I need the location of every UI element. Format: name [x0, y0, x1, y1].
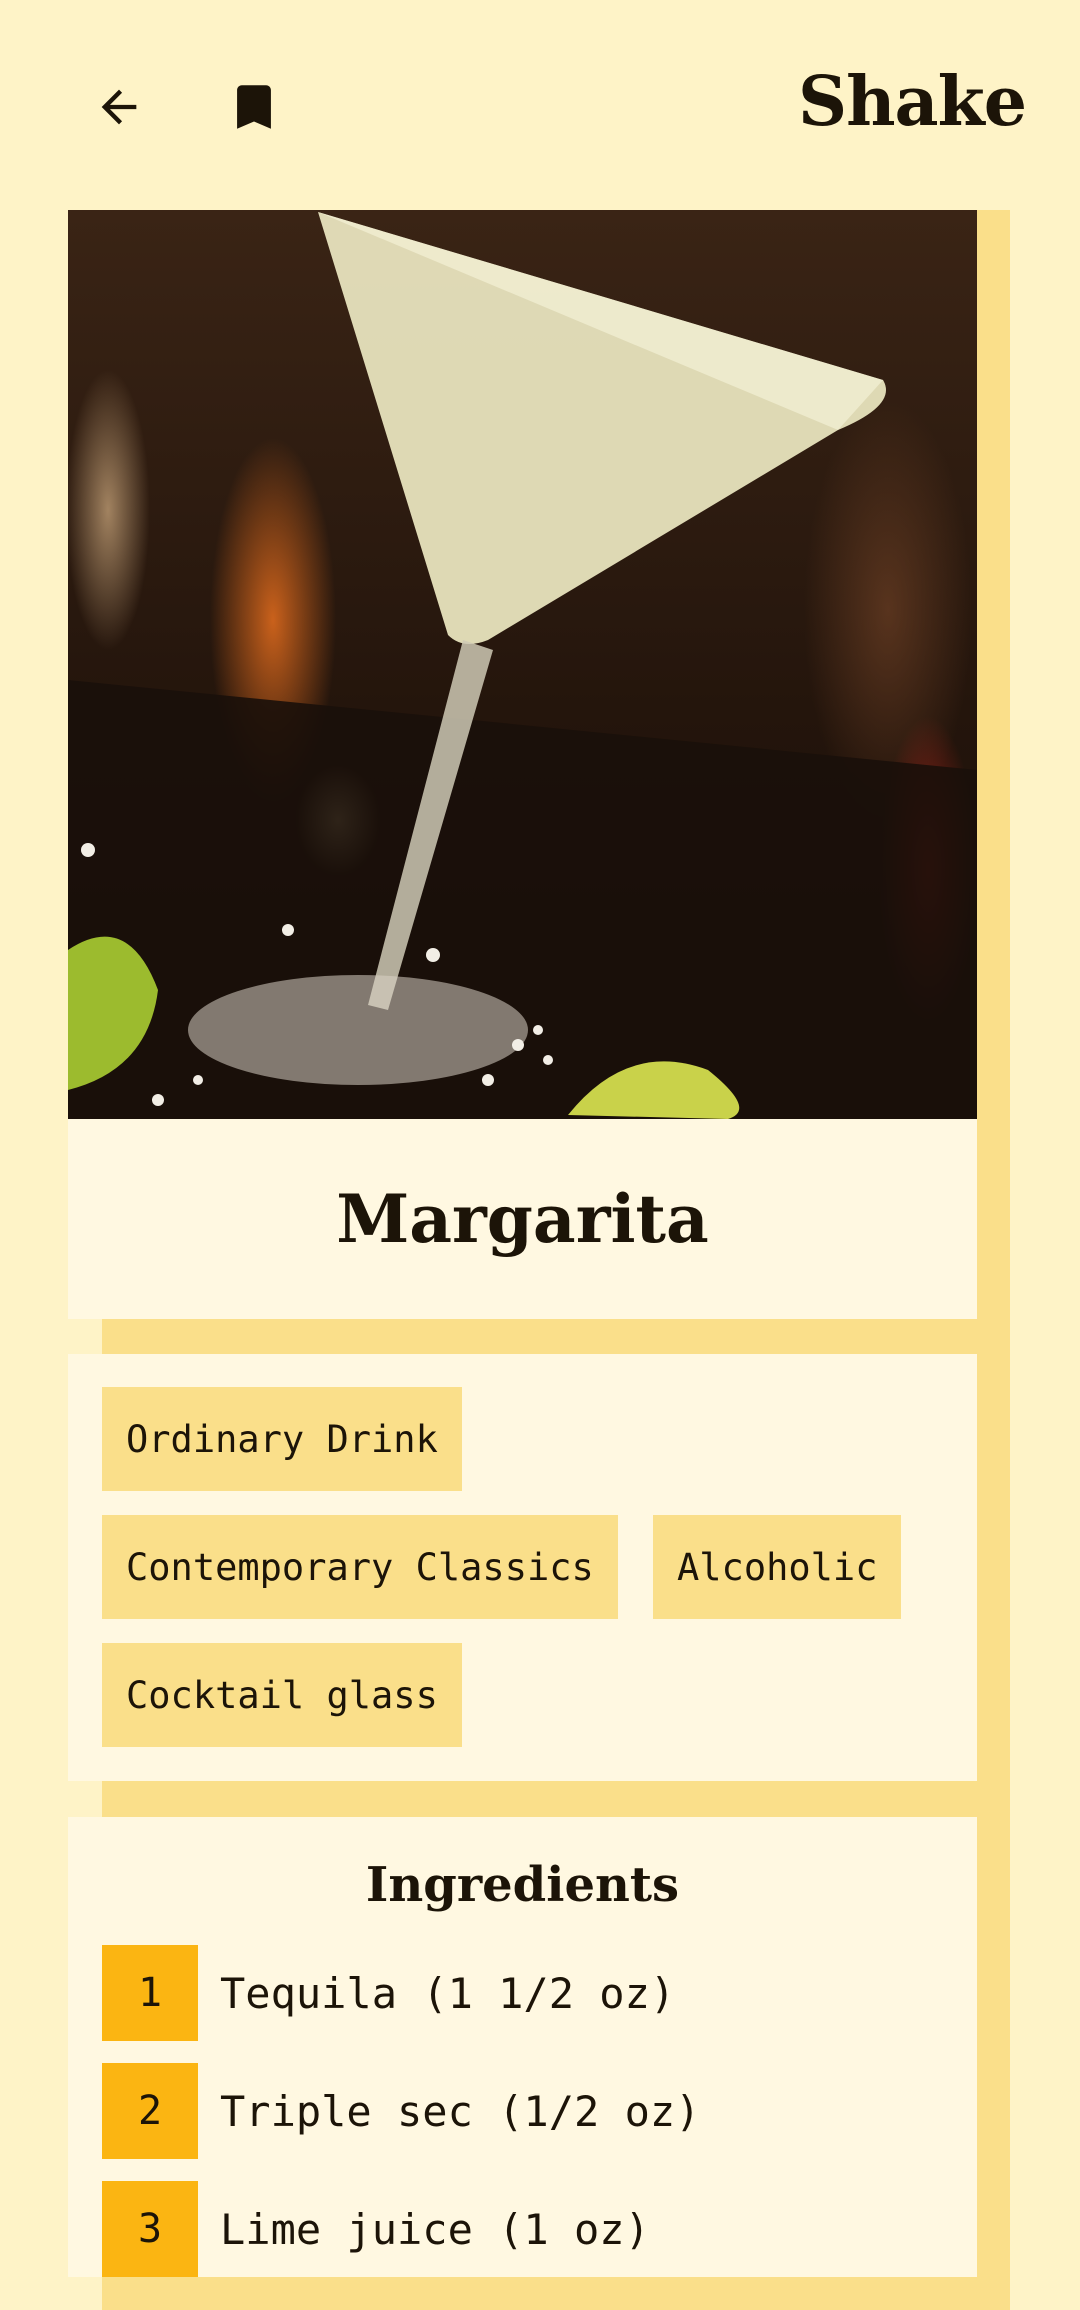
ingredient-text: Tequila (1 1/2 oz) — [220, 1968, 676, 2018]
tag-glass: Cocktail glass — [102, 1643, 462, 1747]
drink-name: Margarita — [336, 1180, 709, 1258]
ingredient-text: Lime juice (1 oz) — [220, 2204, 650, 2254]
tag-iba: Contemporary Classics — [102, 1515, 618, 1619]
arrow-left-icon — [101, 89, 137, 125]
ingredient-row: 2 Triple sec (1/2 oz) — [102, 2063, 700, 2159]
margarita-glass-illustration — [68, 212, 977, 1119]
cocktail-photo — [68, 210, 977, 1119]
app-title: Shake — [798, 62, 1027, 142]
tags-panel: Ordinary Drink Contemporary Classics Alc… — [68, 1354, 977, 1781]
tag-alcoholic: Alcoholic — [653, 1515, 902, 1619]
back-button[interactable] — [74, 62, 164, 152]
tag-category: Ordinary Drink — [102, 1387, 462, 1491]
ingredients-heading: Ingredients — [365, 1857, 680, 1913]
top-app-bar: Shake — [0, 0, 1080, 210]
drink-title-panel: Margarita — [68, 1119, 977, 1319]
ingredient-number: 1 — [102, 1945, 198, 2041]
ingredient-number: 3 — [102, 2181, 198, 2277]
bookmark-icon — [237, 85, 271, 129]
ingredient-row: 3 Lime juice (1 oz) — [102, 2181, 650, 2277]
bookmark-button[interactable] — [209, 62, 299, 152]
ingredients-panel: Ingredients 1 Tequila (1 1/2 oz) 2 Tripl… — [68, 1817, 977, 2277]
ingredient-number: 2 — [102, 2063, 198, 2159]
ingredient-text: Triple sec (1/2 oz) — [220, 2086, 701, 2136]
ingredient-row: 1 Tequila (1 1/2 oz) — [102, 1945, 675, 2041]
